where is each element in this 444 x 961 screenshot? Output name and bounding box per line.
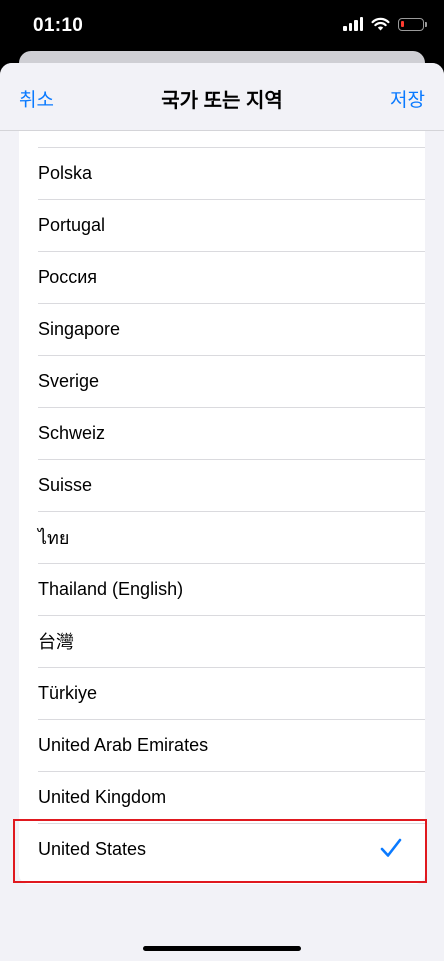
list-item[interactable]: Polska: [19, 147, 425, 199]
country-list: Polska Portugal Россия Singapore Sverige Schw…: [19, 131, 425, 884]
list-item-label: Türkiye: [38, 682, 98, 703]
list-item[interactable]: Schweiz: [19, 407, 425, 459]
list-item-label: Suisse: [38, 474, 93, 495]
list-item-label: Singapore: [38, 318, 121, 339]
status-icons: [343, 17, 427, 31]
list-item-label: United Kingdom: [38, 786, 167, 807]
list-item[interactable]: United Kingdom: [19, 771, 425, 823]
list-item-label: Portugal: [38, 214, 106, 235]
list-item-label: Россия: [38, 266, 98, 287]
save-button[interactable]: 저장: [390, 85, 425, 112]
list-item-label: Sverige: [38, 370, 100, 391]
list-item-label: Schweiz: [38, 422, 106, 443]
list-item[interactable]: ไทย: [19, 511, 425, 563]
page-title: 국가 또는 지역: [161, 90, 283, 112]
list-item[interactable]: Suisse: [19, 459, 425, 511]
cellular-signal-icon: [343, 17, 363, 31]
navigation-bar: 취소 국가 또는 지역 저장: [0, 63, 444, 131]
list-item[interactable]: Portugal: [19, 199, 425, 251]
selection-highlight-box: [13, 819, 427, 883]
list-item[interactable]: Thailand (English): [19, 563, 425, 615]
status-bar: 01:10: [0, 0, 444, 56]
list-item[interactable]: Singapore: [19, 303, 425, 355]
list-item-label: 台灣: [38, 632, 74, 652]
list-item-label: Thailand (English): [38, 578, 184, 599]
home-indicator[interactable]: [143, 946, 301, 951]
list-item[interactable]: Россия: [19, 251, 425, 303]
battery-low-icon: [398, 17, 427, 31]
list-item[interactable]: 台灣: [19, 615, 425, 667]
status-time: 01:10: [33, 15, 84, 36]
wifi-icon: [371, 17, 390, 31]
list-item[interactable]: Sverige: [19, 355, 425, 407]
list-item-label: United Arab Emirates: [38, 734, 209, 755]
country-list-items: Polska Portugal Россия Singapore Sverige Schw…: [19, 147, 425, 875]
list-item[interactable]: United Arab Emirates: [19, 719, 425, 771]
list-item-label: Polska: [38, 162, 93, 183]
list-item-label: ไทย: [38, 527, 70, 548]
list-item[interactable]: Türkiye: [19, 667, 425, 719]
battery-level: [401, 20, 404, 27]
